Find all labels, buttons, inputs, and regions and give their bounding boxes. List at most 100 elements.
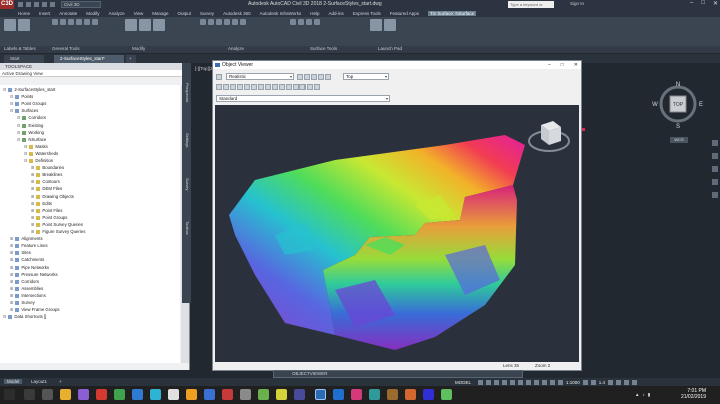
extract-from-surface-icon[interactable] xyxy=(306,19,312,25)
polar-icon[interactable] xyxy=(502,379,508,385)
expand-toggle-icon[interactable]: ⊟ xyxy=(24,144,27,150)
tree-node[interactable]: ⊟ Corridors xyxy=(17,115,46,121)
annotation-visibility-icon[interactable] xyxy=(582,379,588,385)
new-tab-button[interactable]: + xyxy=(126,55,136,63)
swivel-icon[interactable] xyxy=(314,83,320,90)
task-view-icon[interactable] xyxy=(42,389,53,400)
visual-style-select[interactable]: Realistic ▾ xyxy=(226,73,294,80)
expand-toggle-icon[interactable]: ⊟ xyxy=(10,101,13,107)
toolspace-view-selector[interactable]: Active Drawing View xyxy=(0,70,189,77)
compass-south[interactable]: S xyxy=(676,124,680,130)
ribbon-panel-label[interactable]: Launch Pad xyxy=(378,46,402,51)
maximize-icon[interactable]: □ xyxy=(701,0,705,7)
ribbon-panel-label[interactable]: Labels & Tables xyxy=(4,46,36,51)
autocad-civil3d-icon[interactable] xyxy=(315,389,326,400)
tree-node[interactable]: ⊞ Sites xyxy=(10,250,31,256)
transparency-icon[interactable] xyxy=(534,379,540,385)
zoom-window-icon[interactable] xyxy=(304,73,310,80)
otrack-icon[interactable] xyxy=(518,379,524,385)
expand-toggle-icon[interactable]: ⊞ xyxy=(10,307,13,313)
ribbon-panel-label[interactable]: Surface Tools xyxy=(310,46,337,51)
compass-west[interactable]: W xyxy=(652,102,658,108)
tree-node[interactable]: ⊞ Pipe Networks xyxy=(10,265,49,271)
add-labels-icon[interactable] xyxy=(4,19,16,31)
analysis-icon[interactable] xyxy=(224,19,230,25)
expand-toggle-icon[interactable]: ⊞ xyxy=(31,222,34,228)
windows-start-icon[interactable] xyxy=(4,389,15,400)
compass-east[interactable]: E xyxy=(699,102,703,108)
app-icon-orange2[interactable] xyxy=(405,389,416,400)
expand-toggle-icon[interactable]: ⊟ xyxy=(17,115,20,121)
menu-tab[interactable]: Express Tools xyxy=(353,11,381,16)
expand-toggle-icon[interactable]: ⊞ xyxy=(31,201,34,207)
expand-toggle-icon[interactable]: ⊞ xyxy=(10,293,13,299)
edit-surface-icon[interactable] xyxy=(139,19,151,31)
window-select-icon[interactable] xyxy=(223,83,229,90)
sign-in-link[interactable]: Sign In xyxy=(570,1,584,6)
add-data-icon[interactable] xyxy=(153,19,165,31)
hardware-acceleration-icon[interactable] xyxy=(624,379,630,385)
tree-node[interactable]: ⊞ Alignments xyxy=(10,236,43,242)
maximize-icon[interactable]: □ xyxy=(561,61,564,69)
tree-node[interactable]: ⊞ Edits xyxy=(31,201,52,207)
tree-node[interactable]: ⊟ 2-SurfaceStyles_start xyxy=(3,87,55,93)
grid-icon[interactable] xyxy=(478,379,484,385)
tree-node[interactable]: ⊞ Point Survey Queries xyxy=(31,222,83,228)
app-icon-cyan[interactable] xyxy=(150,389,161,400)
ribbon-panel-label[interactable]: Modify xyxy=(132,46,145,51)
new-icon[interactable] xyxy=(18,2,23,7)
expand-toggle-icon[interactable]: ⊞ xyxy=(31,229,34,235)
expand-toggle-icon[interactable]: ⊟ xyxy=(17,137,20,143)
app-icon-blue2[interactable] xyxy=(204,389,215,400)
zoom-in-icon[interactable] xyxy=(230,83,236,90)
workspace-icon[interactable] xyxy=(608,379,614,385)
expand-toggle-icon[interactable]: ⊞ xyxy=(10,272,13,278)
menu-tab[interactable]: Add-ins xyxy=(329,11,344,16)
osnap-icon[interactable] xyxy=(510,379,516,385)
create-cropped-icon[interactable] xyxy=(314,19,320,25)
zoom-out-icon[interactable] xyxy=(237,83,243,90)
object-viewer-icon[interactable] xyxy=(52,19,58,25)
menu-tab[interactable]: Insert xyxy=(39,11,50,16)
tree-node[interactable]: ⊟ Points xyxy=(10,94,33,100)
move-blocks-icon[interactable] xyxy=(298,19,304,25)
menu-tab[interactable]: Autodesk InfraWorks xyxy=(260,11,302,16)
menu-tab[interactable]: Tin Surface: NSurface xyxy=(428,10,477,16)
zoom-icon[interactable] xyxy=(712,166,718,172)
corridor-icon[interactable] xyxy=(384,19,396,31)
tree-node[interactable]: ⊟ Working xyxy=(17,130,44,136)
undo-icon[interactable] xyxy=(42,2,47,7)
isolate-icon[interactable] xyxy=(60,19,66,25)
customization-icon[interactable] xyxy=(632,379,638,385)
volumes-icon[interactable] xyxy=(216,19,222,25)
wcs-menu[interactable]: WCS xyxy=(670,137,688,143)
tree-node[interactable]: ⊞ Figure Survey Queries xyxy=(31,229,85,235)
expand-toggle-icon[interactable]: ⊞ xyxy=(10,250,13,256)
expand-toggle-icon[interactable]: ⊟ xyxy=(24,151,27,157)
tab-prospector[interactable]: Prospector xyxy=(183,83,190,102)
zoom-realtime-icon[interactable] xyxy=(297,73,303,80)
tree-node[interactable]: ⊞ Contours xyxy=(31,179,60,185)
expand-toggle-icon[interactable]: ⊟ xyxy=(3,314,6,320)
showmotion-icon[interactable] xyxy=(712,192,718,198)
compass-north[interactable]: N xyxy=(676,82,680,88)
style-select[interactable]: Standard ▾ xyxy=(216,95,390,102)
menu-tab[interactable]: Autodesk 360 xyxy=(223,11,251,16)
expand-toggle-icon[interactable]: ⊞ xyxy=(31,215,34,221)
command-line[interactable]: OBJECTVIEWER xyxy=(273,370,523,378)
file-explorer-icon[interactable] xyxy=(60,389,71,400)
expand-toggle-icon[interactable]: ⊞ xyxy=(31,208,34,214)
orbit-icon[interactable] xyxy=(712,179,718,185)
tree-node[interactable]: ⊟ Definition xyxy=(24,158,53,164)
utilities-icon[interactable] xyxy=(84,19,90,25)
free-orbit-icon[interactable] xyxy=(318,73,324,80)
grading-icon[interactable] xyxy=(370,19,382,31)
tree-node[interactable]: ⊞ Assemblies xyxy=(10,286,43,292)
water-drop-icon[interactable] xyxy=(208,19,214,25)
tree-node[interactable]: ⊟ Existing xyxy=(17,123,43,129)
tree-node[interactable]: ⊞ Breaklines xyxy=(31,172,62,178)
zoom-scale-icon[interactable] xyxy=(272,83,278,90)
app-icon-orange[interactable] xyxy=(186,389,197,400)
expand-toggle-icon[interactable]: ⊟ xyxy=(17,130,20,136)
expand-toggle-icon[interactable]: ⊟ xyxy=(10,108,13,114)
